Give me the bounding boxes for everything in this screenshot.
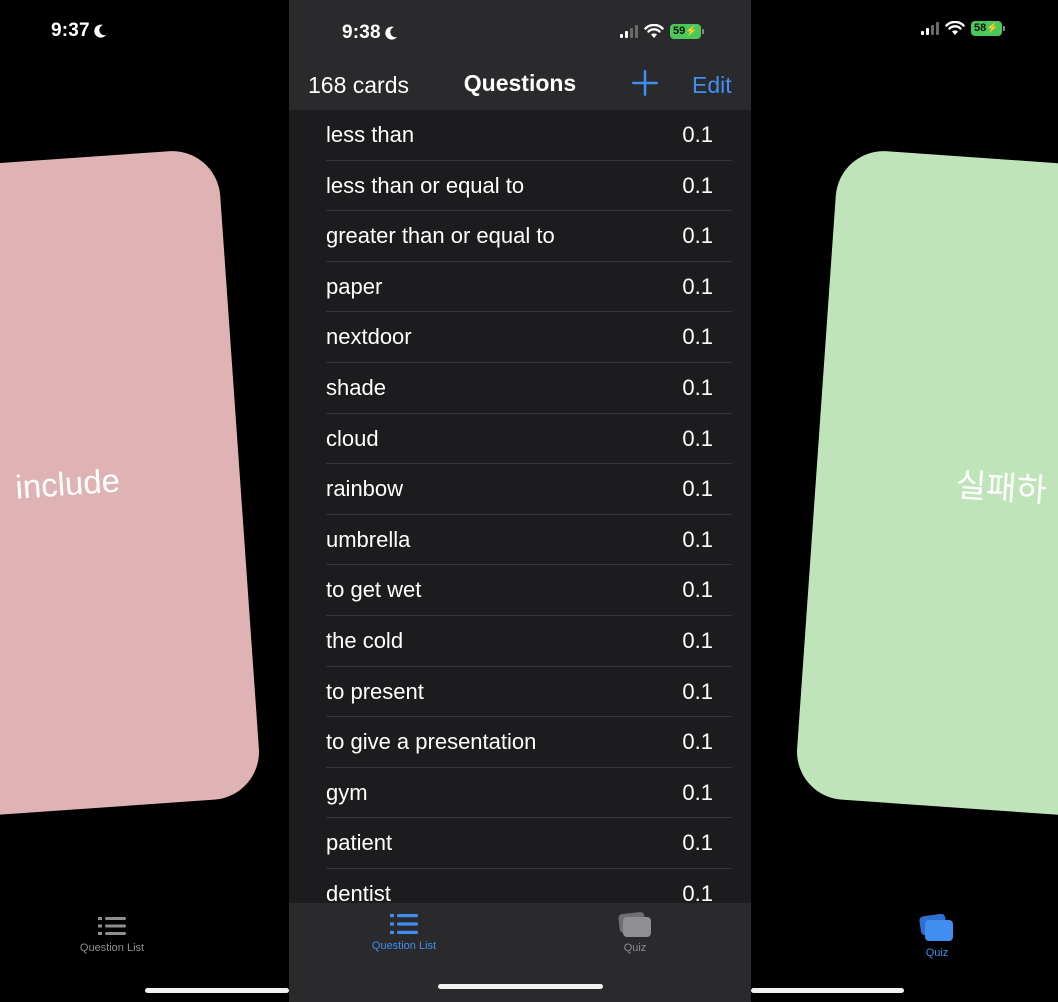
list-item[interactable]: less than 0.1 bbox=[308, 110, 732, 161]
question-label: less than bbox=[326, 122, 415, 147]
flashcard-text: include bbox=[14, 461, 122, 506]
list-item[interactable]: nextdoor 0.1 bbox=[308, 312, 732, 363]
question-label: dentist bbox=[326, 880, 391, 903]
battery-charging-icon: 59⚡ bbox=[670, 24, 704, 39]
battery-charging-icon: 58⚡ bbox=[971, 21, 1005, 36]
left-screen: 9:37 include Question List bbox=[0, 0, 289, 1002]
status-icons: 58⚡ bbox=[921, 21, 1005, 36]
list-item[interactable]: to give a presentation 0.1 bbox=[308, 717, 732, 768]
tab-quiz[interactable]: Quiz bbox=[901, 914, 973, 959]
time-text: 9:37 bbox=[51, 20, 90, 41]
list-item[interactable]: dentist 0.1 bbox=[308, 869, 732, 903]
question-score: 0.1 bbox=[682, 476, 713, 502]
status-bar-time: 9:38 bbox=[342, 22, 398, 46]
question-label: cloud bbox=[326, 425, 379, 451]
page-title: Questions bbox=[463, 70, 577, 96]
list-icon bbox=[98, 917, 126, 935]
flashcard[interactable]: 실패하 bbox=[793, 147, 1058, 823]
question-score: 0.1 bbox=[682, 122, 713, 147]
cards-stack-icon bbox=[919, 914, 953, 941]
tab-label: Question List bbox=[371, 940, 437, 952]
right-screen: 58⚡ 실패하 Quiz bbox=[751, 0, 1058, 1002]
question-score: 0.1 bbox=[682, 273, 713, 299]
question-score: 0.1 bbox=[682, 779, 713, 805]
question-score: 0.1 bbox=[682, 223, 713, 249]
home-indicator[interactable] bbox=[145, 988, 289, 993]
edit-button[interactable]: Edit bbox=[692, 72, 732, 99]
question-label: rainbow bbox=[326, 476, 404, 502]
status-icons: 59⚡ bbox=[620, 24, 704, 39]
question-label: shade bbox=[326, 374, 386, 400]
question-label: patient bbox=[326, 830, 393, 856]
tab-question-list[interactable]: Question List bbox=[359, 912, 449, 952]
question-score: 0.1 bbox=[682, 425, 713, 451]
question-score: 0.1 bbox=[682, 627, 713, 653]
tab-label: Question List bbox=[79, 942, 145, 954]
question-score: 0.1 bbox=[682, 880, 713, 903]
question-label: to present bbox=[326, 678, 424, 704]
navigation-bar: 9:38 59⚡ 168 cards Questions Edit bbox=[289, 0, 751, 110]
question-label: paper bbox=[326, 273, 383, 299]
list-item[interactable]: to present 0.1 bbox=[308, 667, 732, 718]
question-label: nextdoor bbox=[326, 324, 412, 350]
question-score: 0.1 bbox=[682, 577, 713, 603]
time-text: 9:38 bbox=[342, 22, 381, 43]
home-indicator[interactable] bbox=[438, 984, 603, 989]
list-item[interactable]: to get wet 0.1 bbox=[308, 565, 732, 616]
status-bar-time: 9:37 bbox=[51, 20, 107, 44]
tab-question-list[interactable]: Question List bbox=[62, 915, 162, 954]
wifi-icon bbox=[945, 21, 965, 35]
moon-icon bbox=[94, 22, 107, 44]
wifi-icon bbox=[644, 24, 664, 38]
cellular-signal-icon bbox=[620, 25, 638, 38]
tab-quiz[interactable]: Quiz bbox=[595, 911, 675, 954]
question-score: 0.1 bbox=[682, 374, 713, 400]
question-label: greater than or equal to bbox=[326, 223, 555, 249]
flashcard-text: 실패하 bbox=[954, 465, 1049, 510]
question-score: 0.1 bbox=[682, 830, 713, 856]
tab-label: Quiz bbox=[925, 947, 949, 959]
question-score: 0.1 bbox=[682, 172, 713, 198]
list-item[interactable]: cloud 0.1 bbox=[308, 414, 732, 465]
cards-stack-icon bbox=[618, 912, 651, 937]
add-card-button[interactable] bbox=[631, 68, 659, 98]
question-score: 0.1 bbox=[682, 729, 713, 755]
cellular-signal-icon bbox=[921, 22, 939, 35]
list-item[interactable]: patient 0.1 bbox=[308, 818, 732, 869]
plus-icon bbox=[632, 70, 658, 96]
battery-level: 59 bbox=[673, 25, 686, 37]
list-item[interactable]: rainbow 0.1 bbox=[308, 464, 732, 515]
question-label: umbrella bbox=[326, 526, 411, 552]
question-label: gym bbox=[326, 779, 368, 805]
tab-bar: Question List Quiz bbox=[289, 903, 751, 1002]
tab-label: Quiz bbox=[623, 942, 647, 954]
list-icon bbox=[390, 914, 418, 934]
question-score: 0.1 bbox=[682, 678, 713, 704]
list-item[interactable]: the cold 0.1 bbox=[308, 616, 732, 667]
question-score: 0.1 bbox=[682, 526, 713, 552]
question-label: less than or equal to bbox=[326, 172, 525, 198]
question-label: the cold bbox=[326, 627, 404, 653]
home-indicator[interactable] bbox=[751, 988, 904, 993]
moon-icon bbox=[385, 24, 398, 46]
battery-level: 58 bbox=[974, 22, 987, 34]
list-item[interactable]: shade 0.1 bbox=[308, 363, 732, 414]
list-item[interactable]: less than or equal to 0.1 bbox=[308, 161, 732, 212]
question-score: 0.1 bbox=[682, 324, 713, 350]
list-item[interactable]: paper 0.1 bbox=[308, 262, 732, 313]
list-item[interactable]: umbrella 0.1 bbox=[308, 515, 732, 566]
question-label: to get wet bbox=[326, 577, 422, 603]
question-label: to give a presentation bbox=[326, 729, 537, 755]
flashcard[interactable]: include bbox=[0, 147, 263, 823]
list-item[interactable]: greater than or equal to 0.1 bbox=[308, 211, 732, 262]
questions-list[interactable]: less than 0.1 less than or equal to 0.1 grea… bbox=[308, 110, 732, 903]
center-screen: 9:38 59⚡ 168 cards Questions Edit less t… bbox=[289, 0, 751, 1002]
list-item[interactable]: gym 0.1 bbox=[308, 768, 732, 819]
